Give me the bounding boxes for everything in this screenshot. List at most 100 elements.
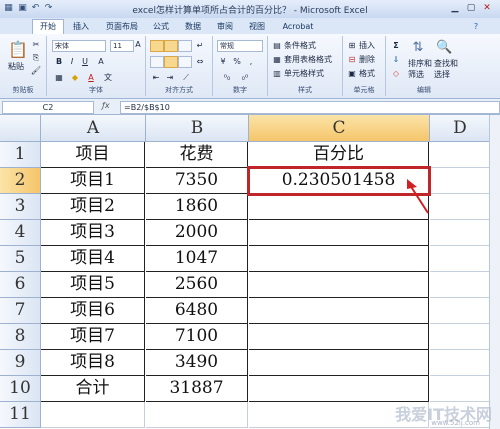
comma-button[interactable]: , (245, 56, 257, 67)
close-icon[interactable]: ✕ (480, 2, 494, 14)
cell-styles-icon[interactable]: ▥ (271, 68, 283, 79)
cell-b2[interactable]: 7350 (146, 168, 248, 194)
align-center-icon[interactable] (164, 56, 178, 68)
row-header[interactable]: 10 (0, 376, 41, 402)
shrink-font-icon[interactable]: A (95, 56, 107, 67)
tab-page-layout[interactable]: 页面布局 (100, 20, 144, 34)
cell-b10[interactable]: 31887 (146, 376, 248, 402)
align-bottom-icon[interactable] (178, 40, 192, 52)
cell-c5[interactable] (249, 246, 429, 272)
vertical-scrollbar[interactable] (489, 115, 500, 429)
align-left-icon[interactable] (150, 56, 164, 68)
cell-a3[interactable]: 项目2 (41, 194, 145, 220)
minimize-icon[interactable]: ▁ (448, 2, 462, 14)
cell-c6[interactable] (249, 272, 429, 298)
cell-c9[interactable] (249, 350, 429, 376)
tab-data[interactable]: 数据 (180, 20, 206, 34)
cell-styles-button[interactable]: 单元格样式 (284, 68, 324, 79)
cell-c7[interactable] (249, 298, 429, 324)
font-size-select[interactable]: 11 (110, 40, 134, 52)
cell-a1[interactable]: 项目 (41, 142, 145, 168)
name-box[interactable]: C2 (2, 101, 94, 114)
row-header[interactable]: 4 (0, 220, 41, 246)
tab-acrobat[interactable]: Acrobat (278, 20, 318, 34)
row-header[interactable]: 9 (0, 350, 41, 376)
help-icon[interactable]: ? (470, 20, 482, 34)
cell-c8[interactable] (249, 324, 429, 350)
formula-input[interactable]: =B2/$B$10 (120, 101, 500, 114)
cell-c1[interactable]: 百分比 (249, 142, 429, 168)
cell-a11[interactable] (41, 402, 145, 428)
cell-a4[interactable]: 项目3 (41, 220, 145, 246)
grow-font-icon[interactable]: A (132, 39, 144, 50)
cell-b5[interactable]: 1047 (146, 246, 248, 272)
delete-cells-icon[interactable]: ⊟ (346, 54, 358, 65)
cell-d5[interactable] (430, 246, 490, 272)
cell-a9[interactable]: 项目8 (41, 350, 145, 376)
cell-b6[interactable]: 2560 (146, 272, 248, 298)
cell-d10[interactable] (430, 376, 490, 402)
number-format-select[interactable]: 常规 (217, 40, 263, 52)
cell-d2[interactable] (430, 168, 490, 194)
cell-a5[interactable]: 项目4 (41, 246, 145, 272)
cell-b7[interactable]: 6480 (146, 298, 248, 324)
cell-a8[interactable]: 项目7 (41, 324, 145, 350)
cell-c10[interactable] (249, 376, 429, 402)
decrease-indent-icon[interactable]: ⇤ (150, 72, 162, 83)
format-button[interactable]: 格式 (359, 68, 375, 79)
cell-c4[interactable] (249, 220, 429, 246)
cell-b8[interactable]: 7100 (146, 324, 248, 350)
increase-indent-icon[interactable]: ⇥ (164, 72, 176, 83)
delete-button[interactable]: 删除 (359, 54, 375, 65)
tab-insert[interactable]: 插入 (68, 20, 94, 34)
tab-home[interactable]: 开始 (32, 19, 64, 35)
cell-d8[interactable] (430, 324, 490, 350)
paste-button[interactable]: 粘贴 (8, 61, 24, 72)
borders-icon[interactable]: ▦ (53, 72, 65, 83)
sort-filter-label-2[interactable]: 筛选 (408, 69, 424, 80)
find-select-label-2[interactable]: 选择 (434, 69, 450, 80)
copy-icon[interactable]: ⎘ (30, 52, 42, 63)
select-all-corner[interactable] (0, 115, 41, 142)
cell-d4[interactable] (430, 220, 490, 246)
align-right-icon[interactable] (178, 56, 192, 68)
cell-d9[interactable] (430, 350, 490, 376)
row-header[interactable]: 7 (0, 298, 41, 324)
cell-d6[interactable] (430, 272, 490, 298)
cell-b1[interactable]: 花费 (146, 142, 248, 168)
column-header-a[interactable]: A (41, 115, 146, 142)
maximize-icon[interactable]: ▢ (464, 2, 478, 14)
row-header[interactable]: 1 (0, 142, 41, 168)
format-cells-icon[interactable]: ▣ (346, 68, 358, 79)
row-header[interactable]: 8 (0, 324, 41, 350)
orientation-icon[interactable]: ⟋ (180, 72, 192, 83)
cell-b11[interactable] (146, 402, 248, 428)
row-header[interactable]: 5 (0, 246, 41, 272)
cell-d3[interactable] (430, 194, 490, 220)
conditional-format-button[interactable]: 条件格式 (284, 40, 316, 51)
format-as-table-button[interactable]: 套用表格格式 (284, 54, 332, 65)
align-top-icon[interactable] (150, 40, 164, 52)
fill-color-icon[interactable]: ◆ (69, 72, 81, 83)
decrease-decimal-icon[interactable]: ₀⁰ (239, 72, 251, 83)
row-header[interactable]: 6 (0, 272, 41, 298)
cell-a6[interactable]: 项目5 (41, 272, 145, 298)
wrap-text-icon[interactable]: ↵ (194, 40, 206, 51)
percent-button[interactable]: % (231, 56, 243, 67)
find-select-label[interactable]: 查找和 (434, 58, 458, 69)
align-middle-icon[interactable] (164, 40, 178, 52)
tab-view[interactable]: 视图 (244, 20, 270, 34)
column-header-c[interactable]: C (249, 115, 430, 142)
cell-b4[interactable]: 2000 (146, 220, 248, 246)
sort-filter-icon[interactable]: ⇅ (410, 40, 426, 56)
row-header[interactable]: 11 (0, 402, 41, 428)
clear-icon[interactable]: ◇ (390, 68, 402, 79)
column-header-d[interactable]: D (430, 115, 491, 142)
font-color-button[interactable]: A (85, 72, 97, 83)
cell-a7[interactable]: 项目6 (41, 298, 145, 324)
tab-formulas[interactable]: 公式 (148, 20, 174, 34)
find-select-icon[interactable]: 🔍 (436, 40, 452, 56)
bold-button[interactable]: B (53, 56, 65, 67)
merge-cells-icon[interactable]: ⇔ (194, 56, 206, 67)
cut-icon[interactable]: ✂ (30, 39, 42, 50)
